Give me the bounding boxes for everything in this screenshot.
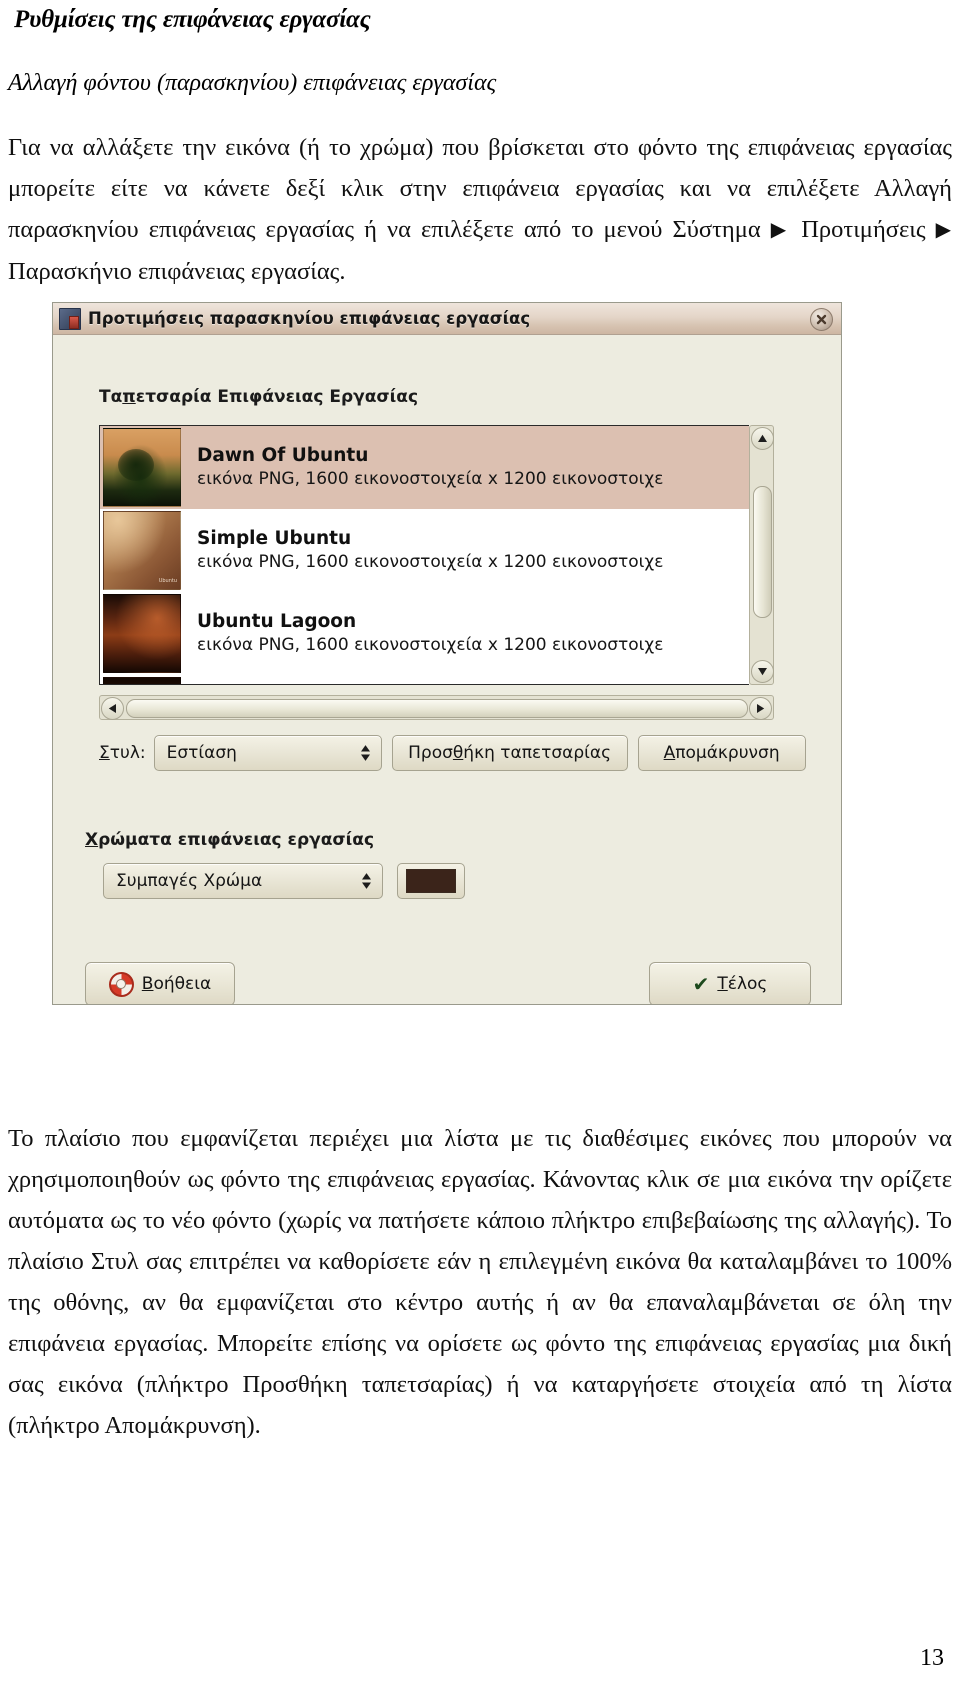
list-item[interactable]: Ubuntu Lagoon εικόνα PNG, 1600 εικονοστο…	[100, 592, 749, 675]
desktop-preferences-icon	[59, 307, 81, 330]
list-item[interactable]: Simple Ubuntu εικόνα PNG, 1600 εικονοστο…	[100, 509, 749, 592]
list-item-text: Dawn Of Ubuntu εικόνα PNG, 1600 εικονοστ…	[197, 444, 663, 490]
dialog-body: Ταπετσαρία Επιφάνειας Εργασίας Dawn Of U…	[53, 335, 841, 1004]
style-controls-row: Στυλ: Εστίαση Προσ θ ήκη ταπετσαρίας Απομά…	[99, 735, 806, 771]
help-button-label: Βοήθεια	[142, 974, 211, 994]
dialog-titlebar: Προτιμήσεις παρασκηνίου επιφάνειας εργασ…	[53, 303, 841, 335]
help-label-accel: Β	[141, 974, 154, 994]
close-icon[interactable]	[810, 308, 833, 331]
wallpaper-details: εικόνα PNG, 1600 εικονοστοιχεία x 1200 ε…	[197, 468, 664, 489]
add-wallpaper-label-accel: θ	[452, 743, 464, 763]
horizontal-scrollbar-thumb[interactable]	[126, 699, 748, 718]
intro-paragraph-part2: Προτιμήσεις	[791, 216, 936, 243]
document-page: Ρυθμίσεις της επιφάνειας εργασίας Αλλαγή…	[0, 0, 960, 1686]
scroll-down-arrow-icon[interactable]	[751, 660, 774, 683]
description-paragraph: Το πλαίσιο που εμφανίζεται περιέχει μια …	[8, 1125, 952, 1439]
chevron-updown-icon	[360, 745, 371, 762]
scroll-up-arrow-icon[interactable]	[751, 427, 774, 450]
section-subtitle: Αλλαγή φόντου (παρασκηνίου) επιφάνειας ε…	[8, 70, 497, 96]
wallpaper-thumbnail	[103, 511, 181, 590]
wallpaper-name: Dawn Of Ubuntu	[197, 445, 369, 467]
color-mode-dropdown[interactable]: Συμπαγές Χρώμα	[103, 863, 383, 899]
wallpaper-name: Simple Ubuntu	[197, 528, 352, 550]
desktop-color-swatch	[406, 869, 456, 893]
wallpaper-thumbnail	[103, 677, 181, 684]
wallpaper-thumbnail	[103, 594, 181, 673]
style-label-rest: τυλ:	[109, 743, 146, 763]
scroll-left-arrow-icon[interactable]	[101, 697, 124, 720]
wallpaper-details: εικόνα PNG, 1600 εικονοστοιχεία x 1200 ε…	[197, 634, 664, 655]
style-label: Στυλ:	[99, 743, 146, 763]
list-item[interactable]: Dawn Of Ubuntu εικόνα PNG, 1600 εικονοστ…	[100, 426, 749, 509]
colors-label-rest: ρώματα επιφάνειας εργασίας	[98, 830, 375, 850]
list-item[interactable]	[100, 675, 749, 684]
intro-paragraph-part3: Παρασκήνιο επιφάνειας εργασίας.	[8, 258, 346, 285]
close-dialog-button[interactable]: ✔ Τέλος	[649, 962, 811, 1004]
page-title: Ρυθμίσεις της επιφάνειας εργασίας	[14, 6, 371, 33]
horizontal-scrollbar[interactable]	[99, 695, 774, 720]
wallpaper-name: Ubuntu Lagoon	[197, 611, 357, 633]
close-label-accel: Τ	[717, 974, 728, 994]
wallpaper-label-after: ετσαρία Επιφάνειας Εργασίας	[135, 387, 419, 407]
remove-label-accel: Α	[663, 743, 676, 763]
style-label-accel: Σ	[99, 743, 110, 763]
wallpaper-section-label: Ταπετσαρία Επιφάνειας Εργασίας	[99, 387, 418, 407]
vertical-scrollbar-thumb[interactable]	[753, 486, 772, 618]
check-mark-icon: ✔	[692, 972, 710, 996]
wallpaper-label-accel: π	[122, 387, 136, 407]
remove-wallpaper-button[interactable]: Απομάκρυνση	[637, 735, 806, 771]
life-ring-help-icon	[108, 971, 134, 997]
wallpaper-list[interactable]: Dawn Of Ubuntu εικόνα PNG, 1600 εικονοστ…	[99, 425, 749, 685]
wallpaper-thumbnail	[103, 428, 181, 507]
list-item-text: Simple Ubuntu εικόνα PNG, 1600 εικονοστο…	[197, 527, 663, 573]
menu-arrow-icon-2: ▶	[935, 219, 953, 241]
wallpaper-label-before: Τα	[99, 387, 123, 407]
desktop-colors-row: Συμπαγές Χρώμα	[103, 863, 465, 899]
vertical-scrollbar[interactable]	[749, 425, 774, 685]
colors-label-accel: Χ	[85, 830, 99, 850]
page-number: 13	[920, 1645, 944, 1671]
desktop-color-swatch-button[interactable]	[397, 863, 465, 899]
wallpaper-details: εικόνα PNG, 1600 εικονοστοιχεία x 1200 ε…	[197, 551, 664, 572]
background-preferences-dialog-screenshot: Προτιμήσεις παρασκηνίου επιφάνειας εργασ…	[52, 302, 842, 1005]
remove-label-rest: πομάκρυνση	[675, 743, 780, 763]
desktop-colors-section-label: Χρώματα επιφάνειας εργασίας	[85, 830, 374, 850]
menu-arrow-icon-1: ▶	[770, 219, 792, 241]
chevron-updown-icon	[361, 873, 372, 890]
scroll-right-arrow-icon[interactable]	[749, 697, 772, 720]
intro-paragraph: Για να αλλάξετε την εικόνα (ή το χρώμα) …	[8, 127, 952, 292]
close-label-rest: έλος	[727, 974, 768, 994]
style-dropdown-value: Εστίαση	[166, 743, 237, 763]
style-dropdown[interactable]: Εστίαση	[153, 735, 382, 771]
add-wallpaper-label-after: ήκη ταπετσαρίας	[463, 743, 612, 763]
help-button[interactable]: Βοήθεια	[85, 962, 235, 1004]
add-wallpaper-button[interactable]: Προσ θ ήκη ταπετσαρίας	[391, 735, 628, 771]
dialog-title: Προτιμήσεις παρασκηνίου επιφάνειας εργασ…	[88, 309, 531, 328]
color-mode-value: Συμπαγές Χρώμα	[116, 871, 263, 891]
list-item-text: Ubuntu Lagoon εικόνα PNG, 1600 εικονοστο…	[197, 610, 663, 656]
add-wallpaper-label-before: Προσ	[408, 743, 453, 763]
close-button-label: Τέλος	[717, 974, 767, 994]
help-label-rest: οήθεια	[153, 974, 212, 994]
